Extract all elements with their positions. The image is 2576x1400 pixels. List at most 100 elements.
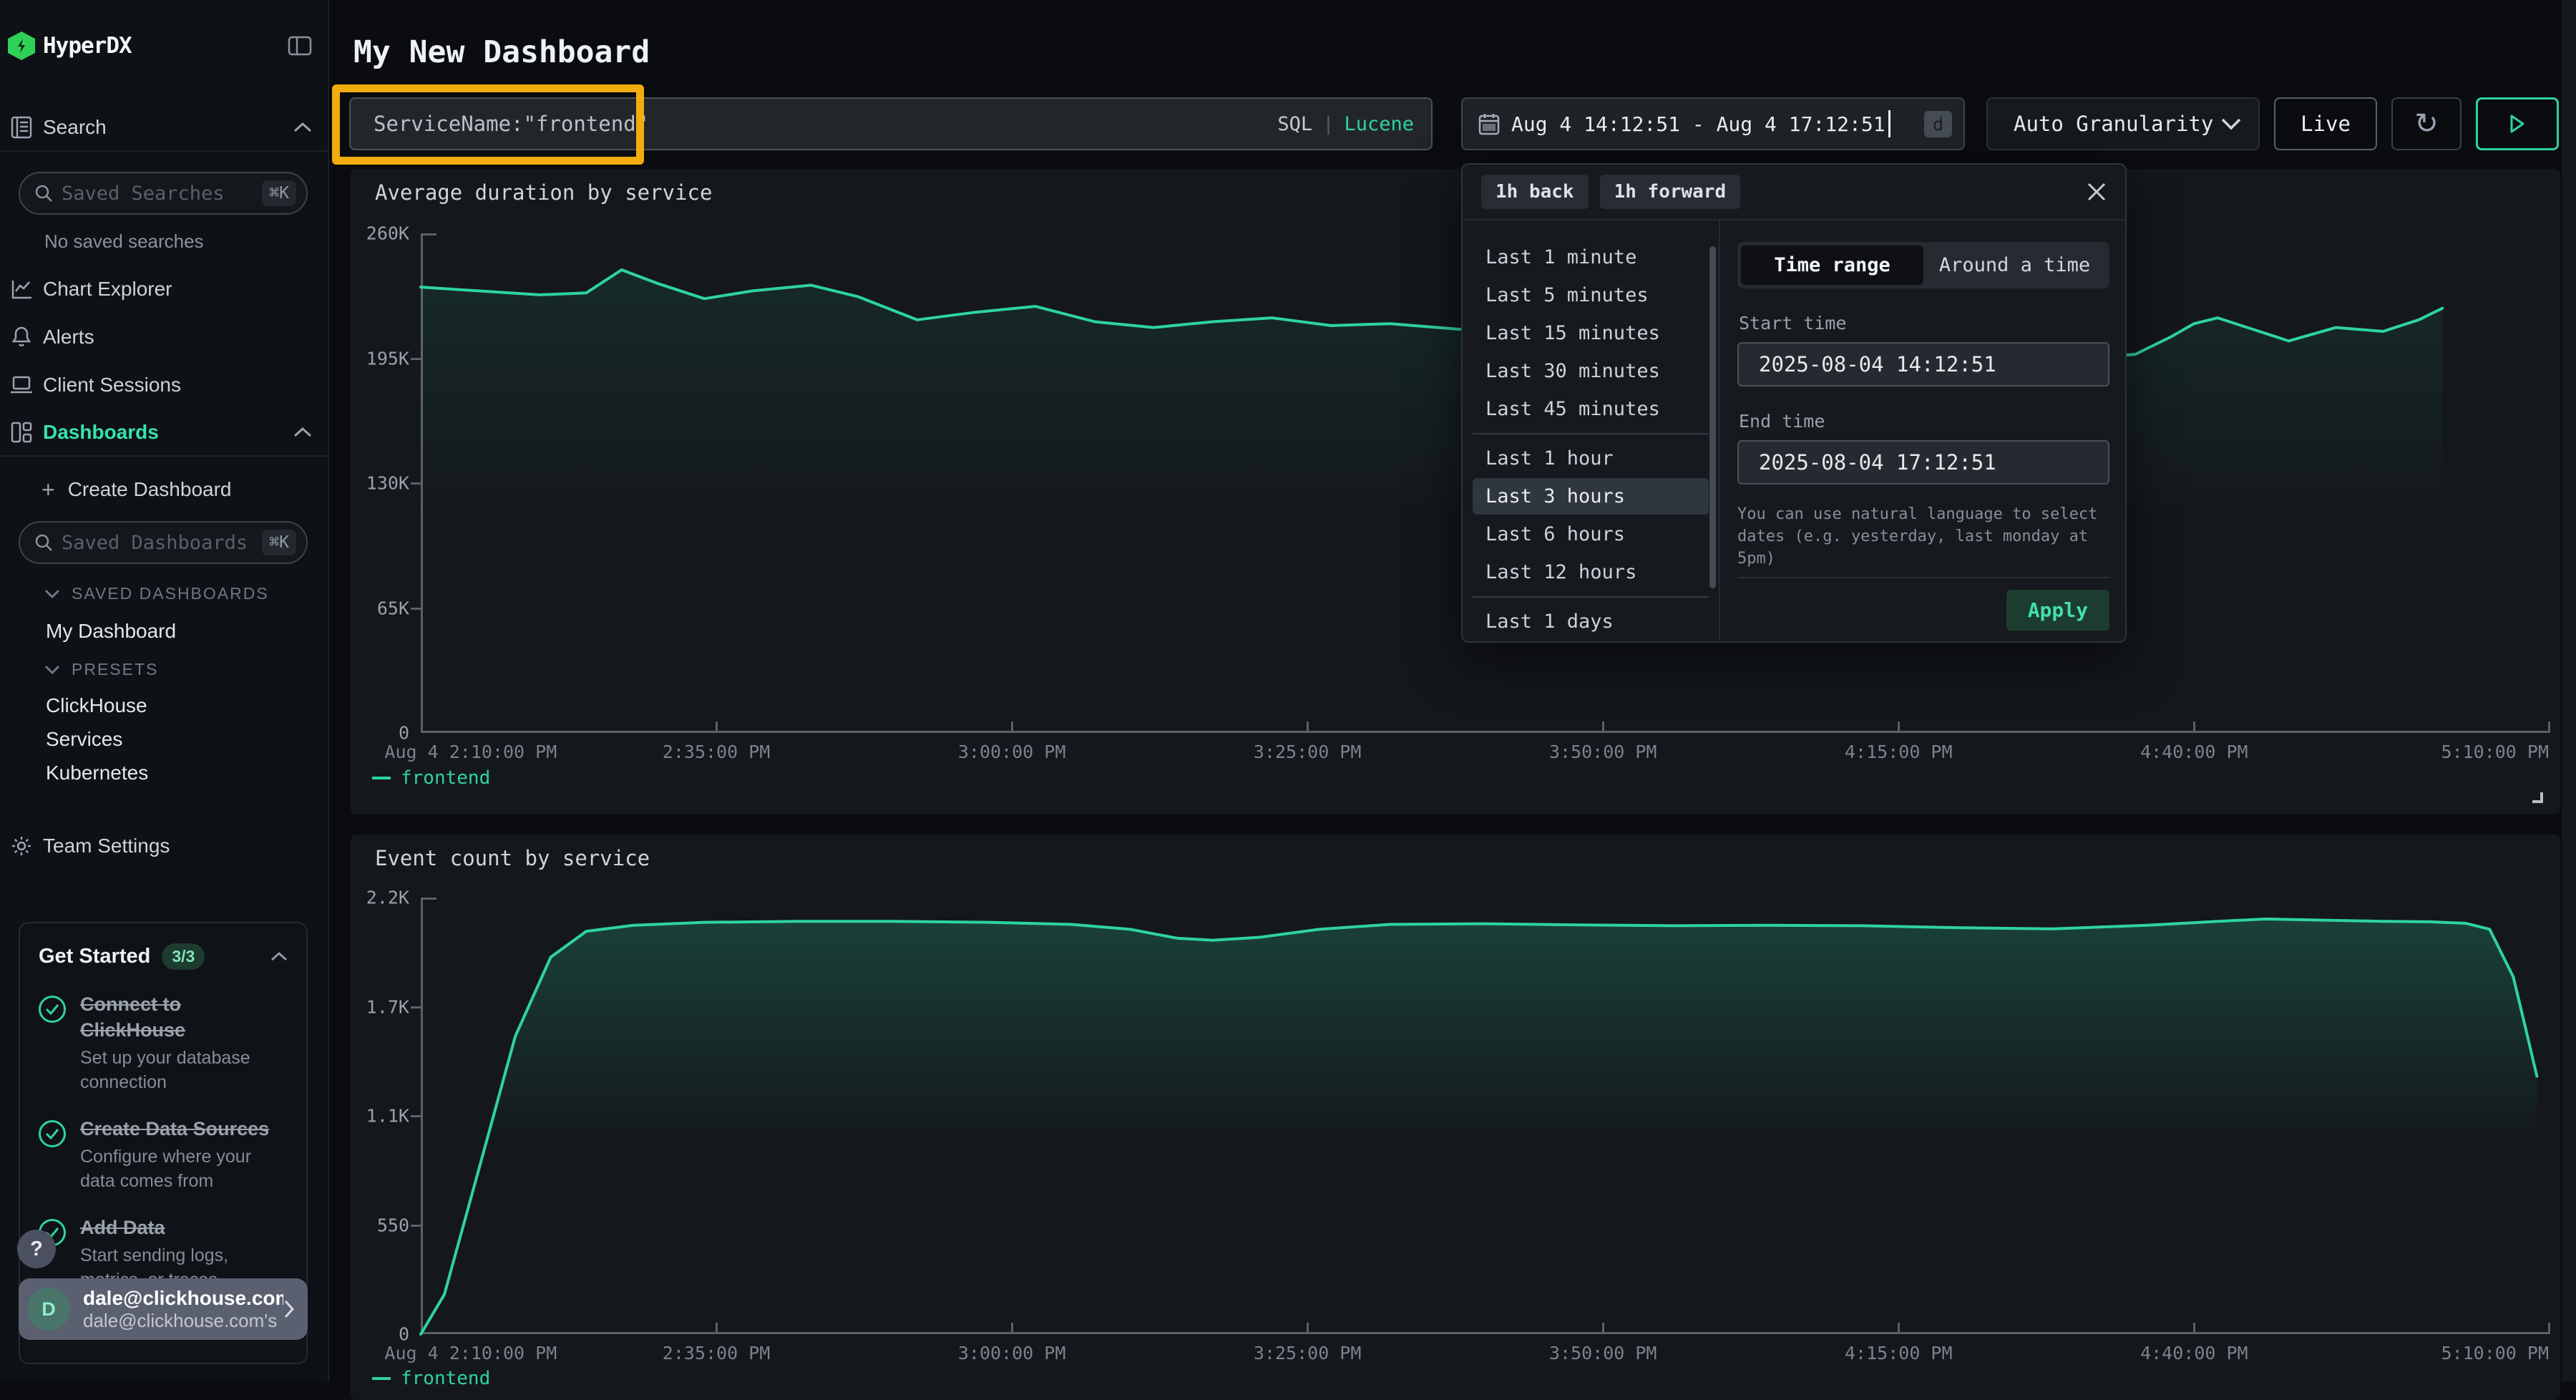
- time-option-last-12-hours[interactable]: Last 12 hours: [1473, 554, 1709, 590]
- search-label: Search: [43, 116, 107, 139]
- shift-forward-button[interactable]: 1h forward: [1600, 175, 1741, 209]
- x-tick-label: 3:50:00 PM: [1549, 1343, 1657, 1363]
- user-email: dale@clickhouse.com: [83, 1287, 283, 1310]
- tab-around-a-time[interactable]: Around a time: [1923, 246, 2106, 285]
- chart-plot[interactable]: 05501.1K1.7K2.2KAug 4 2:10:00 PM2:35:00 …: [421, 898, 2549, 1334]
- sidebar-item-clickhouse[interactable]: ClickHouse: [46, 694, 147, 717]
- bell-icon: [0, 326, 43, 349]
- help-button[interactable]: ?: [17, 1230, 56, 1268]
- end-time-label: End time: [1739, 411, 2109, 432]
- refresh-button[interactable]: ↻: [2391, 97, 2462, 150]
- sidebar-item-chart-explorer[interactable]: Chart Explorer: [0, 271, 329, 308]
- check-icon: [39, 996, 66, 1023]
- team-settings-label: Team Settings: [43, 835, 170, 857]
- granularity-value: Auto Granularity: [2014, 112, 2213, 136]
- query-language-toggle: SQL | Lucene: [1277, 113, 1414, 135]
- chevron-down-icon: [44, 589, 60, 599]
- shift-back-button[interactable]: 1h back: [1481, 175, 1589, 209]
- create-dashboard-button[interactable]: + Create Dashboard: [0, 471, 329, 508]
- text-caret: [1888, 110, 1890, 137]
- x-tick-label: 4:15:00 PM: [1845, 1343, 1953, 1363]
- apply-button[interactable]: Apply: [2006, 590, 2109, 631]
- saved-searches-placeholder: Saved Searches: [62, 183, 262, 205]
- saved-searches-input[interactable]: Saved Searches ⌘K: [19, 172, 308, 215]
- chart-panel-event-count: Event count by service 05501.1K1.7K2.2KA…: [351, 835, 2560, 1400]
- tab-time-range[interactable]: Time range: [1741, 246, 1923, 285]
- time-option-last-6-hours[interactable]: Last 6 hours: [1473, 516, 1709, 553]
- list-scrollbar[interactable]: [1709, 246, 1716, 588]
- sidebar-item-dashboards[interactable]: Dashboards: [0, 414, 329, 451]
- get-started-header[interactable]: Get Started 3/3: [39, 943, 288, 970]
- close-icon[interactable]: [2087, 182, 2107, 202]
- refresh-icon: ↻: [2414, 107, 2439, 140]
- live-button[interactable]: Live: [2274, 97, 2377, 150]
- time-range-input[interactable]: Aug 4 14:12:51 - Aug 4 17:12:51 d: [1461, 97, 1965, 150]
- x-tick-label: Aug 4 2:10:00 PM: [384, 742, 557, 762]
- y-tick-mark: [411, 1115, 421, 1117]
- avatar: D: [27, 1288, 70, 1331]
- sidebar-collapse-icon[interactable]: [288, 35, 312, 57]
- sidebar-item-my-dashboard[interactable]: My Dashboard: [46, 620, 176, 643]
- time-option-last-3-hours[interactable]: Last 3 hours: [1473, 478, 1709, 515]
- y-tick-label: 0: [399, 723, 409, 744]
- sidebar-item-client-sessions[interactable]: Client Sessions: [0, 366, 329, 404]
- y-tick-mark: [411, 358, 421, 360]
- panel-resize-handle[interactable]: [2532, 792, 2543, 803]
- time-option-last-15-minutes[interactable]: Last 15 minutes: [1473, 315, 1709, 351]
- time-option-last-1-days[interactable]: Last 1 days: [1473, 603, 1709, 640]
- chart-legend[interactable]: frontend: [372, 1368, 490, 1389]
- time-picker-tabs: Time range Around a time: [1737, 242, 2109, 288]
- checklist-item[interactable]: Create Data SourcesConfigure where your …: [39, 1116, 288, 1193]
- start-time-input[interactable]: 2025-08-04 14:12:51: [1737, 342, 2109, 387]
- check-icon: [39, 1120, 66, 1147]
- x-tick-label: 4:40:00 PM: [2140, 1343, 2248, 1363]
- chart-title: Event count by service: [375, 846, 650, 870]
- checklist-item[interactable]: Connect to ClickHouseSet up your databas…: [39, 991, 288, 1094]
- end-time-input[interactable]: 2025-08-04 17:12:51: [1737, 440, 2109, 485]
- time-option-last-1-hour[interactable]: Last 1 hour: [1473, 440, 1709, 477]
- sql-toggle[interactable]: SQL: [1277, 113, 1312, 135]
- time-option-last-1-minute[interactable]: Last 1 minute: [1473, 239, 1709, 276]
- y-tick-label: 1.1K: [366, 1106, 409, 1127]
- progress-badge: 3/3: [162, 943, 205, 970]
- user-menu[interactable]: D dale@clickhouse.com dale@clickhouse.co…: [19, 1278, 308, 1340]
- sidebar-item-kubernetes[interactable]: Kubernetes: [46, 762, 148, 784]
- y-tick-label: 195K: [366, 348, 409, 369]
- time-option-last-5-minutes[interactable]: Last 5 minutes: [1473, 277, 1709, 313]
- natural-language-hint: You can use natural language to select d…: [1737, 503, 2109, 570]
- run-query-button[interactable]: [2476, 97, 2559, 150]
- time-option-last-45-minutes[interactable]: Last 45 minutes: [1473, 391, 1709, 427]
- lucene-toggle[interactable]: Lucene: [1344, 113, 1414, 135]
- sidebar-item-alerts[interactable]: Alerts: [0, 319, 329, 356]
- hyperdx-logo-icon: [0, 31, 43, 60]
- section-saved-dashboards[interactable]: SAVED DASHBOARDS: [44, 584, 269, 603]
- chart-explorer-icon: [0, 278, 43, 300]
- chevron-up-icon[interactable]: [270, 951, 288, 962]
- chart-panel-avg-duration: Average duration by service 065K130K195K…: [351, 169, 2560, 815]
- search-section-icon: [0, 116, 43, 139]
- y-tick-label: 550: [377, 1215, 409, 1235]
- x-tick-label: 4:40:00 PM: [2140, 742, 2248, 762]
- legend-line-swatch: [372, 1377, 391, 1380]
- date-shortcut-badge: d: [1924, 111, 1952, 137]
- sidebar-item-services[interactable]: Services: [46, 728, 122, 751]
- nav-label-active: Dashboards: [43, 421, 159, 444]
- nav-label: Client Sessions: [43, 374, 181, 397]
- saved-dashboards-input[interactable]: Saved Dashboards ⌘K: [19, 521, 308, 564]
- search-query-input[interactable]: ServiceName:"frontend" SQL | Lucene: [349, 97, 1433, 150]
- legend-series-label: frontend: [401, 1368, 490, 1389]
- chart-title: Average duration by service: [375, 180, 712, 205]
- page-scrollbar[interactable]: [2562, 0, 2576, 1381]
- sidebar-item-team-settings[interactable]: Team Settings: [0, 827, 329, 865]
- dashboards-grid-icon: [0, 421, 43, 444]
- granularity-select[interactable]: Auto Granularity: [1986, 97, 2260, 150]
- y-tick-label: 130K: [366, 473, 409, 494]
- x-tick-label: 3:50:00 PM: [1549, 742, 1657, 762]
- relative-time-list: Last 1 minuteLast 5 minutesLast 15 minut…: [1463, 220, 1720, 641]
- time-option-last-30-minutes[interactable]: Last 30 minutes: [1473, 353, 1709, 389]
- sidebar-item-search[interactable]: Search: [0, 109, 329, 146]
- y-tick-label: 260K: [366, 223, 409, 244]
- section-presets[interactable]: PRESETS: [44, 660, 158, 679]
- chevron-up-icon: [293, 122, 312, 133]
- chart-legend[interactable]: frontend: [372, 767, 490, 789]
